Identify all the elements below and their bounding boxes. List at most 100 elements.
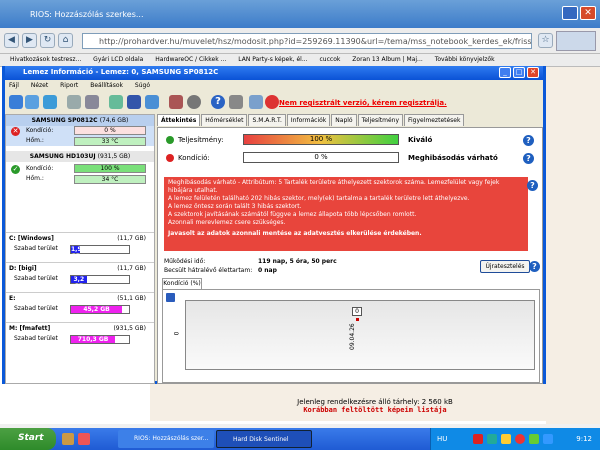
app-maximize-button[interactable]: □ <box>513 67 525 78</box>
info-icon[interactable] <box>249 95 263 109</box>
health-graph: 0 0 09.04.26 <box>162 289 540 383</box>
minimize-button[interactable] <box>562 6 578 20</box>
taskbar-item-hds[interactable]: Hard Disk Sentinel <box>216 430 312 448</box>
uptime-value: 119 nap, 5 óra, 50 perc <box>258 258 337 265</box>
forward-button[interactable]: ▶ <box>22 33 37 48</box>
help-icon[interactable]: ? <box>523 153 534 164</box>
bookmark-star-icon[interactable]: ☆ <box>538 33 553 48</box>
tab-performance[interactable]: Teljesítmény <box>357 114 403 126</box>
close-button[interactable]: ✕ <box>580 6 596 20</box>
data-point-label: 0 <box>352 307 362 316</box>
volume-name: D: [bigi] (11,7 GB) <box>9 265 146 272</box>
app-close-button[interactable]: ✕ <box>527 67 539 78</box>
language-indicator[interactable]: HU <box>437 435 447 443</box>
settings-icon[interactable] <box>187 95 201 109</box>
tab-log[interactable]: Napló <box>331 114 357 126</box>
report-icon[interactable] <box>109 95 123 109</box>
uploaded-images-link[interactable]: Korábban feltöltött képeim listája <box>150 406 600 414</box>
taskbar-item-browser[interactable]: RIOS: Hozzászólás szer... <box>118 430 214 448</box>
quicklaunch-icon[interactable] <box>78 433 90 445</box>
volume-item[interactable]: C: [Windows] (11,7 GB) Szabad terület 1,9… <box>6 232 154 260</box>
disk-item[interactable]: SAMSUNG HD103UJ (931,5 GB) ✓ Kondíció: 1… <box>6 151 154 184</box>
bookmark-item[interactable]: Zoran 13 Album | Maj... <box>352 56 422 63</box>
tray-icon[interactable] <box>501 434 511 444</box>
free-space-bar: 3,2 GB <box>70 275 130 290</box>
volume-item[interactable]: M: [fmafett] (931,5 GB) Szabad terület 71… <box>6 322 154 345</box>
free-space-bar: 710,3 GB <box>70 335 130 344</box>
menu-file[interactable]: Fájl <box>9 82 19 89</box>
tab-health-history[interactable]: Kondíció (%) <box>162 278 202 289</box>
uptime-label: Működési idő: <box>164 258 206 265</box>
tab-alerts[interactable]: Figyelmeztetések <box>404 114 465 126</box>
volume-free-row: Szabad terület 3,2 GB <box>6 274 154 290</box>
disk-icon[interactable] <box>25 95 39 109</box>
bookmark-item[interactable]: HardwareOC / Cikkek ... <box>155 56 226 63</box>
menu-settings[interactable]: Beállítások <box>90 82 123 89</box>
browser-title: RIOS: Hozzászólás szerkes... <box>0 0 600 28</box>
tray-icon[interactable] <box>473 434 483 444</box>
back-button[interactable]: ◀ <box>4 33 19 48</box>
help-icon[interactable]: ? <box>529 261 540 272</box>
menu-help[interactable]: Súgó <box>135 82 150 89</box>
alert-line: A szektorok javításának számától függve … <box>168 211 417 218</box>
error-icon: ✕ <box>11 127 20 136</box>
bookmark-item[interactable]: További könyvjelzők <box>435 56 495 63</box>
overview-pane: Teljesítmény: 100 % Kiváló ? Kondíció: 0… <box>157 127 543 384</box>
bookmark-item[interactable]: Hivatkozások testresz... <box>10 56 81 63</box>
remaining-life-label: Becsült hátralévő élettartam: <box>164 267 253 274</box>
wrench-icon[interactable] <box>229 95 243 109</box>
device-list-panel: SAMSUNG SP0812C (74,6 GB) ✕ Kondíció: 0 … <box>5 114 155 384</box>
tab-information[interactable]: Információk <box>286 114 331 126</box>
storage-text: Jelenleg rendelkezésre álló tárhely: 2 5… <box>297 398 453 406</box>
help-icon[interactable]: ? <box>211 95 225 109</box>
menu-report[interactable]: Riport <box>60 82 78 89</box>
bookmark-item[interactable]: LAN Party-s képek, él... <box>238 56 307 63</box>
disk-name: SAMSUNG HD103UJ (931,5 GB) <box>6 151 154 162</box>
volume-free-row: Szabad terület 45,2 GB <box>6 304 154 315</box>
app-title: Lemez Információ - Lemez: 0, SAMSUNG SP0… <box>5 66 543 80</box>
app-toolbar: ? Nem regisztrált verzió, kérem regisztr… <box>5 93 543 111</box>
data-point <box>356 318 359 321</box>
sync-icon[interactable] <box>127 95 141 109</box>
taskbar: Start RIOS: Hozzászólás szer... Hard Dis… <box>0 428 600 450</box>
performance-bar: 100 % <box>243 134 399 145</box>
reload-button[interactable]: ↻ <box>40 33 55 48</box>
save-icon[interactable] <box>166 293 175 302</box>
help-icon[interactable]: ? <box>527 180 538 191</box>
app-window: Lemez Információ - Lemez: 0, SAMSUNG SP0… <box>2 66 546 384</box>
address-bar[interactable]: http://prohardver.hu/muvelet/hsz/modosit… <box>82 33 532 49</box>
mail-icon[interactable] <box>43 95 57 109</box>
tray-icon[interactable] <box>515 434 525 444</box>
volume-free-row: Szabad terület 1,9 GB <box>6 244 154 260</box>
chart-icon[interactable] <box>169 95 183 109</box>
bookmark-item[interactable]: cuccok <box>320 56 341 63</box>
tab-overview[interactable]: Áttekintés <box>157 114 201 126</box>
menu-view[interactable]: Nézet <box>31 82 48 89</box>
retest-button[interactable]: Újratesztelés <box>480 260 530 273</box>
volume-item[interactable]: E: (51,1 GB) Szabad terület 45,2 GB <box>6 292 154 315</box>
warning-icon <box>265 95 279 109</box>
tray-icon[interactable] <box>529 434 539 444</box>
bookmark-item[interactable]: Gyári LCD oldala <box>93 56 143 63</box>
disk-health-row: ✕ Kondíció: 0 % <box>6 126 154 136</box>
unregistered-warning-link[interactable]: Nem regisztrált verzió, kérem regisztrál… <box>279 99 447 107</box>
network-icon[interactable] <box>145 95 159 109</box>
tab-smart[interactable]: S.M.A.R.T. <box>248 114 286 126</box>
help-icon[interactable]: ? <box>523 135 534 146</box>
tool-icon[interactable] <box>67 95 81 109</box>
alert-line: Meghibásodás várható - Attribútum: 5 Tar… <box>168 179 500 186</box>
home-button[interactable]: ⌂ <box>58 33 73 48</box>
temp-label: Hőm.: <box>26 175 44 182</box>
health-alert-box: Meghibásodás várható - Attribútum: 5 Tar… <box>164 177 528 251</box>
tab-temperature[interactable]: Hőmérséklet <box>201 114 248 126</box>
refresh-icon[interactable] <box>9 95 23 109</box>
disk-item[interactable]: SAMSUNG SP0812C (74,6 GB) ✕ Kondíció: 0 … <box>6 115 154 146</box>
tray-icon[interactable] <box>487 434 497 444</box>
free-label: Szabad terület <box>14 335 58 342</box>
volume-item[interactable]: D: [bigi] (11,7 GB) Szabad terület 3,2 GB <box>6 262 154 290</box>
start-button[interactable]: Start <box>0 428 56 450</box>
app-minimize-button[interactable]: _ <box>499 67 511 78</box>
quicklaunch-icon[interactable] <box>62 433 74 445</box>
wrench-icon[interactable] <box>85 95 99 109</box>
tray-icon[interactable] <box>543 434 553 444</box>
